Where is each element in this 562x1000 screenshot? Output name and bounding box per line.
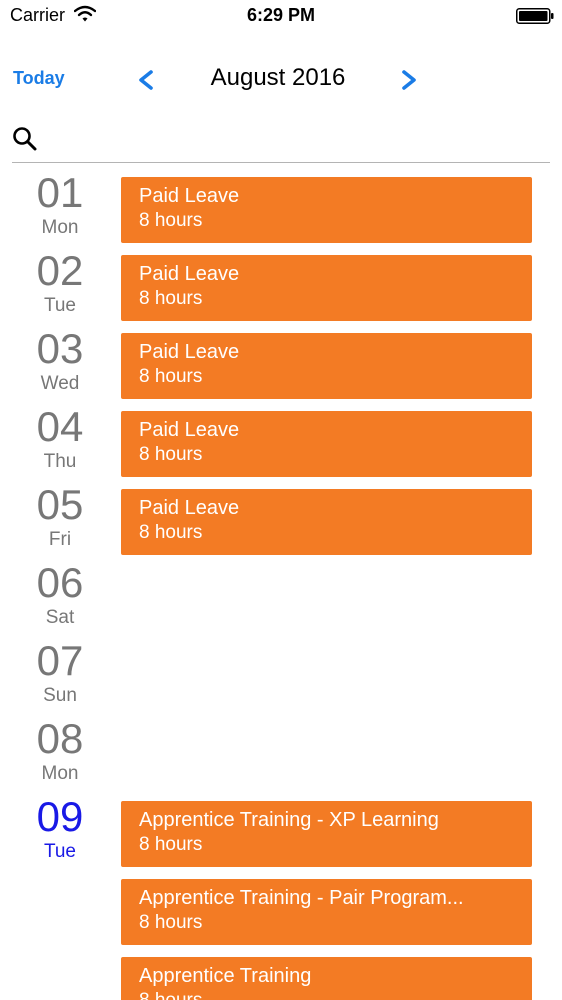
- day-number: 09: [36, 793, 84, 840]
- day-number: 03: [36, 325, 84, 372]
- event-card[interactable]: Paid Leave 8 hours: [121, 255, 532, 321]
- event-card[interactable]: Apprentice Training - Pair Program... 8 h…: [121, 879, 532, 945]
- event-title: Apprentice Training - XP Learning: [139, 809, 439, 831]
- today-button[interactable]: Today: [13, 68, 65, 89]
- day-weekday: Tue: [43, 841, 77, 862]
- chevron-left-icon[interactable]: [134, 64, 158, 96]
- day-weekday: Mon: [41, 763, 79, 784]
- status-time: 6:29 PM: [246, 5, 316, 25]
- day-label: 03 Wed: [10, 326, 110, 396]
- day-list: 01 Mon Paid Leave 8 hours 02 Tue Paid Leave 8 h…: [0, 170, 562, 1000]
- day-weekday: Tue: [43, 295, 77, 316]
- event-hours: 8 hours: [139, 366, 203, 387]
- event-title: Paid Leave: [139, 341, 240, 363]
- day-label: 04 Thu: [10, 404, 110, 474]
- day-weekday: Mon: [41, 217, 79, 238]
- day-row: 04 Thu Paid Leave 8 hours: [0, 404, 562, 482]
- calendar-screen: Carrier 6:29 PM Today August 2016 01 Mon P…: [0, 0, 562, 1000]
- day-label: 01 Mon: [10, 170, 110, 240]
- day-row: 07 Sun: [0, 638, 562, 716]
- day-label: 06 Sat: [10, 560, 110, 630]
- day-label: 07 Sun: [10, 638, 110, 708]
- day-weekday: Sun: [43, 685, 77, 706]
- event-title: Paid Leave: [139, 419, 240, 441]
- event-card[interactable]: Paid Leave 8 hours: [121, 411, 532, 477]
- event-card[interactable]: Apprentice Training 8 hours: [121, 957, 532, 1000]
- day-number: 02: [36, 247, 84, 294]
- day-weekday: Fri: [48, 529, 72, 550]
- day-row: 09 Tue Apprentice Training - XP Learning 8 …: [0, 794, 562, 1000]
- day-row: 05 Fri Paid Leave 8 hours: [0, 482, 562, 560]
- event-hours: 8 hours: [139, 989, 514, 1000]
- event-title: Paid Leave: [139, 185, 240, 207]
- day-row: 06 Sat: [0, 560, 562, 638]
- event-hours: 8 hours: [139, 288, 203, 309]
- day-weekday: Wed: [40, 373, 80, 394]
- search-icon[interactable]: [12, 126, 38, 152]
- day-number: 01: [36, 169, 84, 216]
- day-label: 02 Tue: [10, 248, 110, 318]
- event-hours: 8 hours: [139, 834, 203, 855]
- event-title: Apprentice Training - Pair Program...: [139, 887, 464, 909]
- search-bar: [12, 122, 550, 163]
- event-card[interactable]: Paid Leave 8 hours: [121, 333, 532, 399]
- day-row: 02 Tue Paid Leave 8 hours: [0, 248, 562, 326]
- event-title: Paid Leave: [139, 263, 240, 285]
- battery-icon: [516, 8, 554, 24]
- event-card[interactable]: Paid Leave 8 hours: [121, 177, 532, 243]
- day-label: 05 Fri: [10, 482, 110, 552]
- event-hours: 8 hours: [139, 444, 203, 465]
- event-card[interactable]: Paid Leave 8 hours: [121, 489, 532, 555]
- day-label: 09 Tue: [10, 794, 110, 864]
- month-title: August 2016: [210, 64, 346, 91]
- day-row: 08 Mon: [0, 716, 562, 794]
- day-row: 01 Mon Paid Leave 8 hours: [0, 170, 562, 248]
- day-number: 05: [36, 481, 84, 528]
- day-row: 03 Wed Paid Leave 8 hours: [0, 326, 562, 404]
- day-number: 08: [36, 715, 84, 762]
- day-weekday: Thu: [43, 451, 77, 472]
- day-number: 07: [36, 637, 84, 684]
- event-title: Paid Leave: [139, 497, 240, 519]
- search-input[interactable]: [46, 124, 550, 156]
- day-label: 08 Mon: [10, 716, 110, 786]
- chevron-right-icon[interactable]: [397, 64, 421, 96]
- event-card[interactable]: Apprentice Training - XP Learning 8 hours: [121, 801, 532, 867]
- event-title: Apprentice Training: [139, 965, 312, 987]
- day-number: 04: [36, 403, 84, 450]
- event-hours: 8 hours: [139, 522, 203, 543]
- event-hours: 8 hours: [139, 912, 203, 933]
- day-weekday: Sat: [45, 607, 75, 628]
- day-number: 06: [36, 559, 84, 606]
- event-hours: 8 hours: [139, 210, 203, 231]
- status-bar: Carrier 6:29 PM: [0, 0, 562, 32]
